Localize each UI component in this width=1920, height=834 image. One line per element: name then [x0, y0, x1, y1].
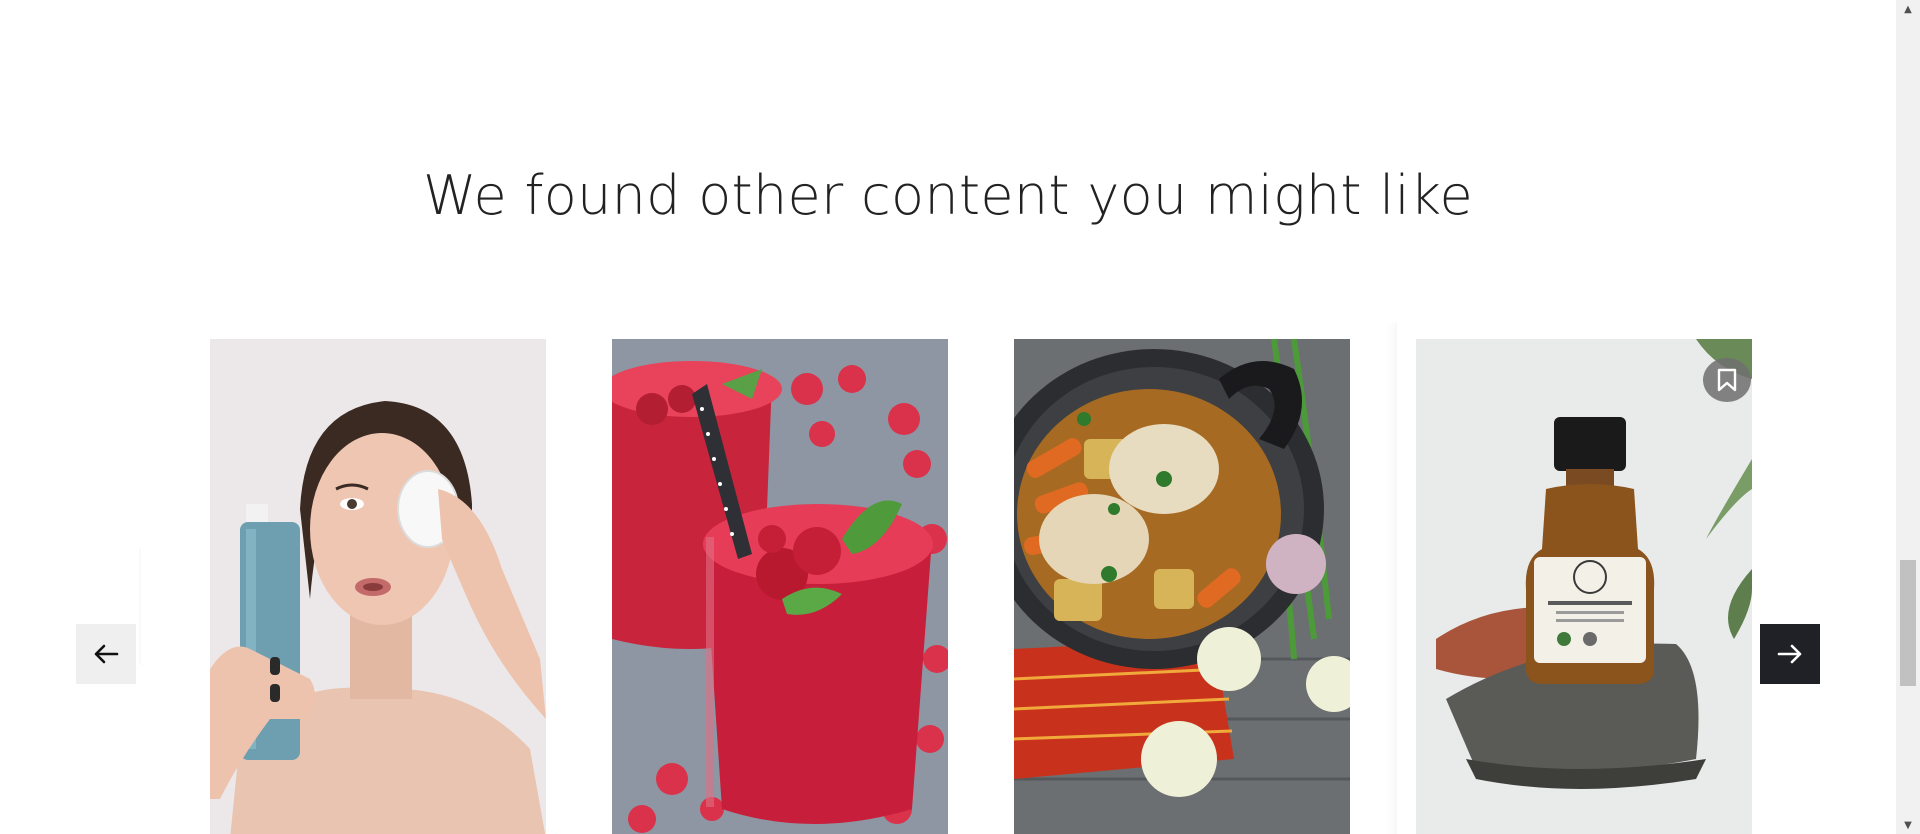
card-image-woman-skincare	[210, 339, 546, 834]
scrollbar-thumb[interactable]	[1900, 560, 1916, 686]
bookmark-icon	[1717, 368, 1737, 392]
arrow-left-icon	[94, 644, 119, 664]
content-card-3[interactable]	[1014, 339, 1350, 834]
arrow-right-icon	[1777, 644, 1802, 664]
scroll-down-arrow-icon[interactable]: ▼	[1896, 816, 1920, 834]
content-carousel	[143, 322, 1753, 834]
card-image-oil-bottle	[1416, 339, 1752, 834]
card-image-chicken-soup	[1014, 339, 1350, 834]
vertical-scrollbar[interactable]: ▲ ▼	[1896, 0, 1920, 834]
previous-card-edge	[141, 548, 145, 664]
content-card-4[interactable]	[1416, 339, 1752, 834]
card-image-raspberry-smoothie	[612, 339, 948, 834]
content-card-1[interactable]	[210, 339, 546, 834]
page: We found other content you might like ▲ …	[0, 0, 1920, 834]
carousel-next-button[interactable]	[1760, 624, 1820, 684]
bookmark-button[interactable]	[1703, 358, 1751, 402]
carousel-prev-button[interactable]	[76, 624, 136, 684]
content-card-2[interactable]	[612, 339, 948, 834]
scroll-up-arrow-icon[interactable]: ▲	[1896, 0, 1920, 18]
section-heading: We found other content you might like	[422, 164, 1474, 227]
